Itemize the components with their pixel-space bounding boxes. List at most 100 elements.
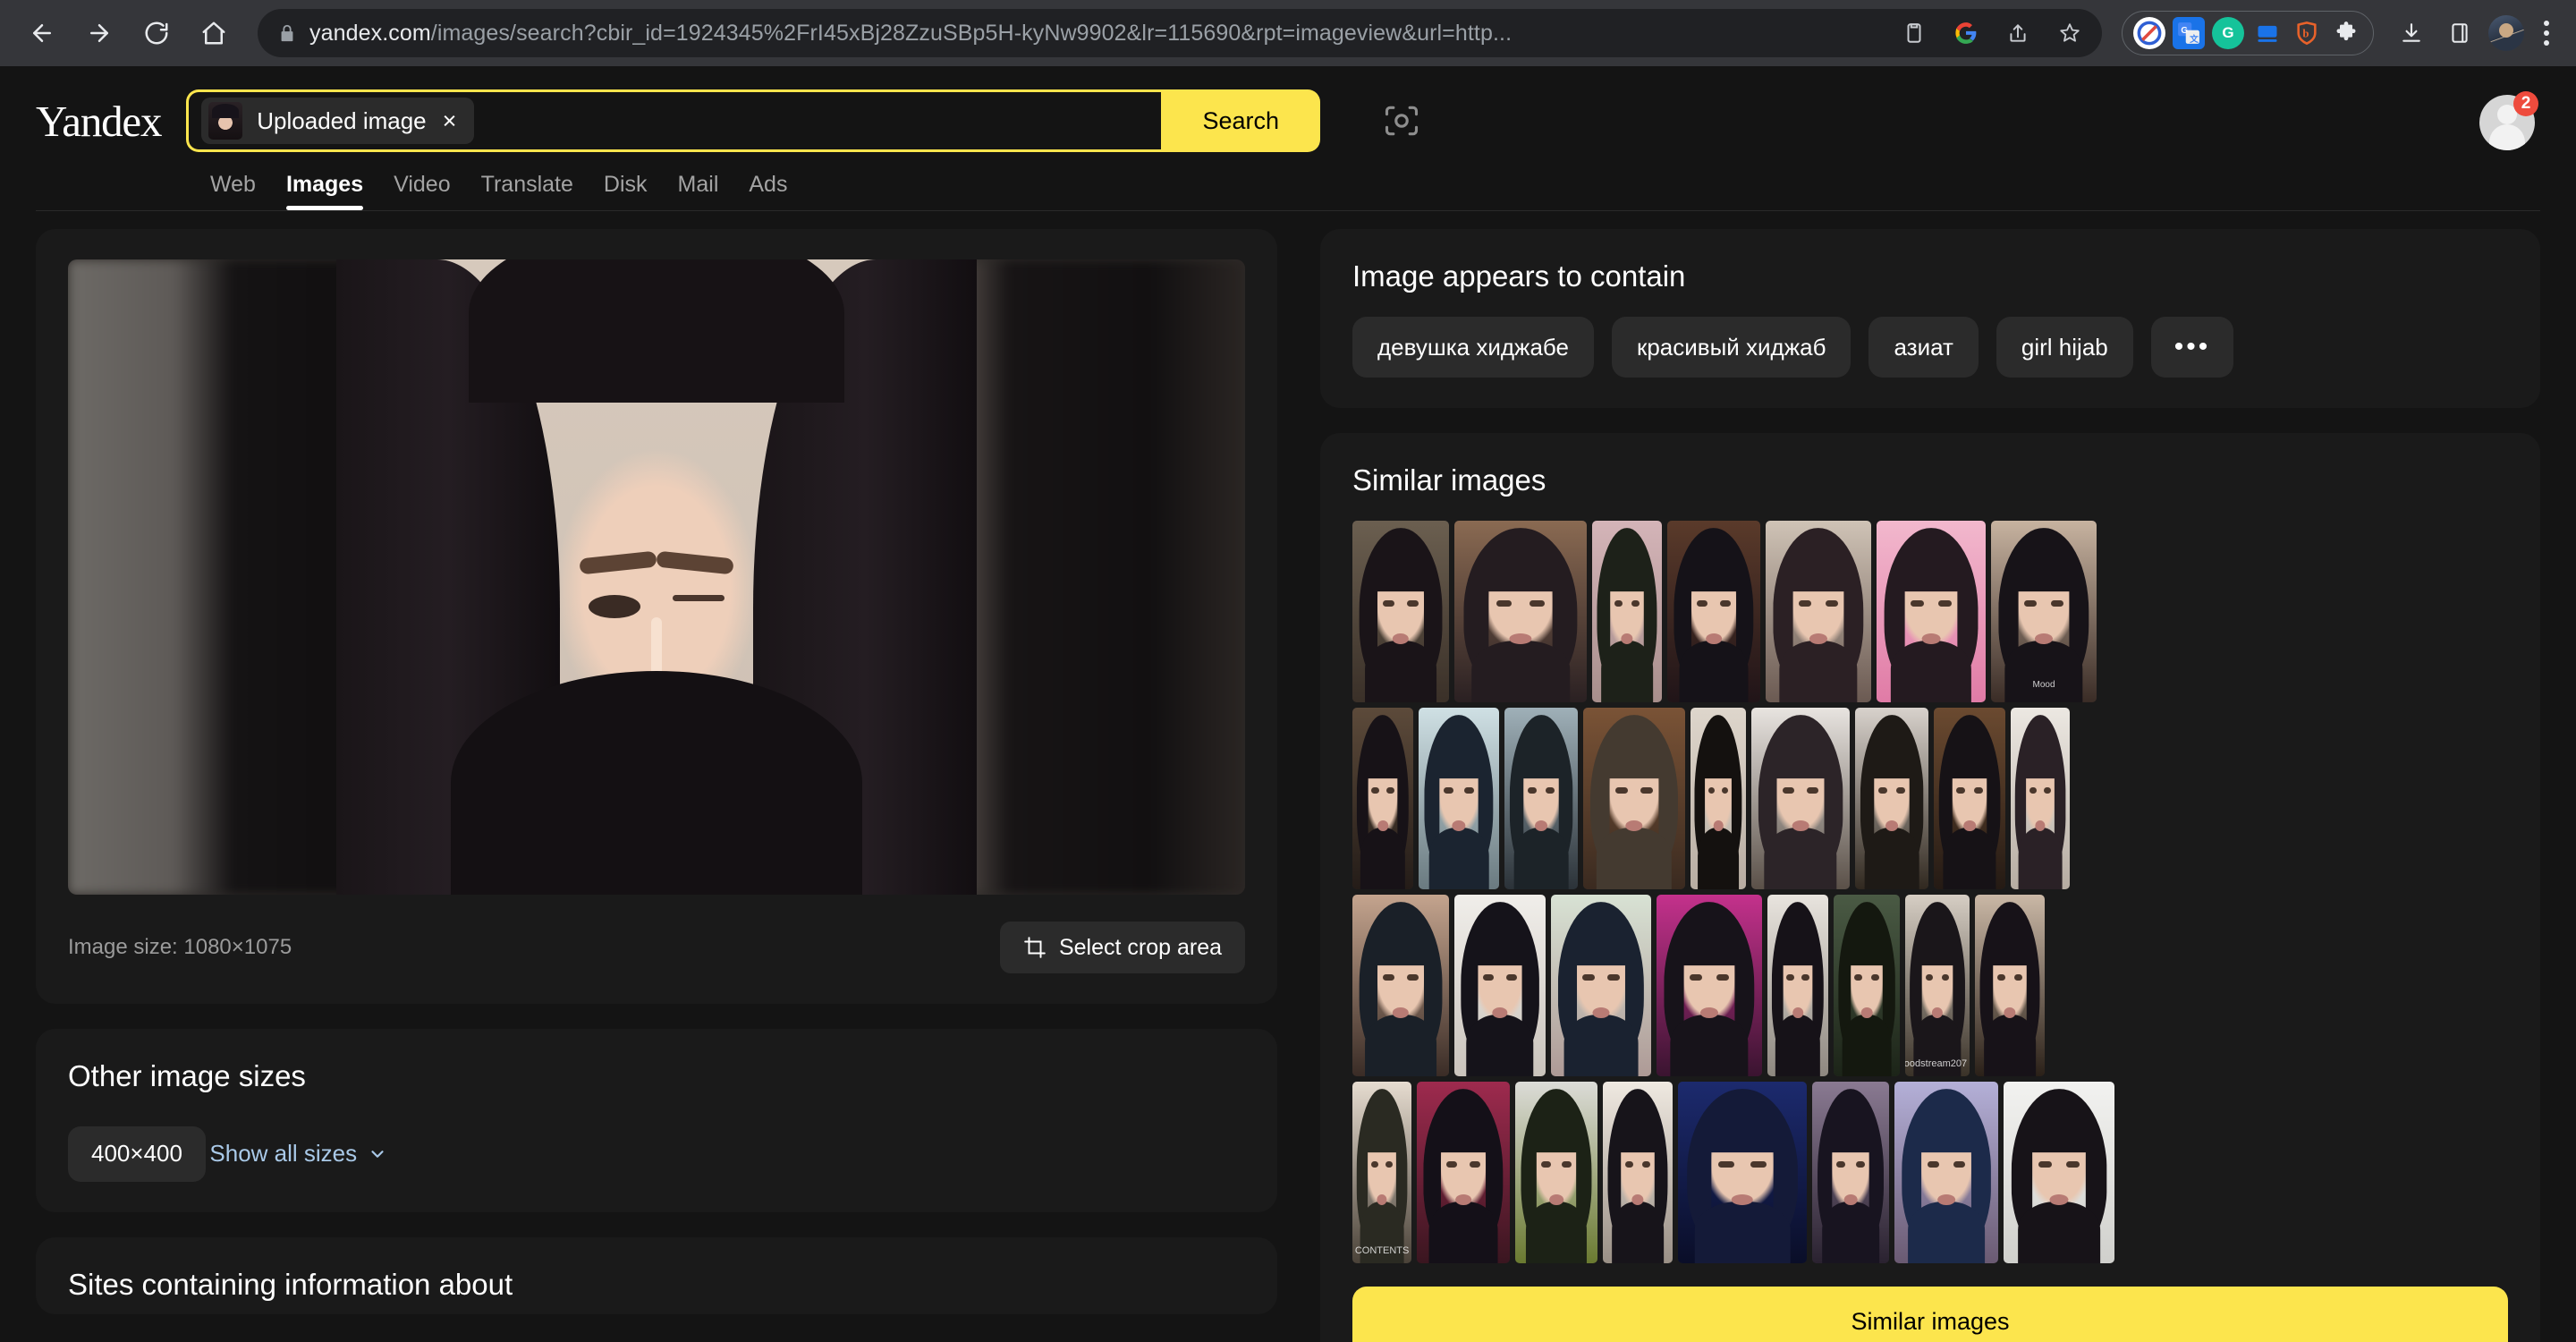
nav-item-images[interactable]: Images — [285, 172, 364, 210]
similar-image-thumbnail[interactable] — [1894, 1082, 1998, 1263]
similar-image-thumbnail[interactable] — [1766, 521, 1871, 702]
uploaded-image-chip[interactable]: Uploaded image × — [201, 98, 475, 144]
thumb-mouth — [1713, 820, 1724, 831]
search-input[interactable]: Uploaded image × — [186, 89, 1162, 152]
account-avatar[interactable]: 2 — [2479, 91, 2538, 150]
similar-image-thumbnail[interactable]: ENJOY FREE CONTENTS — [1352, 1082, 1411, 1263]
google-translate-icon[interactable]: G文 — [2173, 17, 2205, 49]
close-icon[interactable]: × — [441, 108, 457, 133]
yandex-logo[interactable]: Yandex — [36, 99, 162, 143]
thumb-hijab-lower — [2018, 1201, 2100, 1263]
thumb-hijab-lower — [1513, 827, 1569, 889]
sidebar-icon[interactable] — [2440, 13, 2479, 53]
similar-image-thumbnail[interactable] — [1855, 708, 1928, 889]
select-crop-area-button[interactable]: Select crop area — [999, 922, 1245, 973]
bookmark-star-icon[interactable] — [2050, 13, 2089, 53]
similar-image-thumbnail[interactable] — [1934, 708, 2005, 889]
kebab-menu-icon[interactable] — [2533, 21, 2560, 46]
tag-chip[interactable]: девушка хиджабе — [1352, 317, 1594, 378]
thumb-hijab-lower — [1471, 640, 1570, 702]
show-all-sizes-link[interactable]: Show all sizes — [209, 1140, 387, 1168]
lock-icon — [277, 23, 297, 43]
thumb-mouth — [1921, 633, 1941, 644]
similar-image-thumbnail[interactable] — [1603, 1082, 1673, 1263]
thumb-mouth — [2034, 633, 2054, 644]
uploaded-image-label: Uploaded image — [257, 106, 427, 134]
search-button[interactable]: Search — [1161, 89, 1321, 152]
google-icon[interactable] — [1946, 13, 1986, 53]
uploaded-image-preview[interactable] — [68, 259, 1245, 895]
similar-image-thumbnail[interactable] — [1454, 895, 1546, 1076]
thumb-eyes — [1352, 974, 1449, 981]
similar-image-thumbnail[interactable] — [1515, 1082, 1597, 1263]
thumb-mouth — [1706, 633, 1722, 644]
sites-containing-info-title: Sites containing information about — [68, 1267, 513, 1301]
clipboard-icon[interactable] — [1894, 13, 1934, 53]
profile-avatar[interactable] — [2488, 15, 2524, 51]
size-option-400x400[interactable]: 400×400 — [68, 1125, 206, 1182]
grammarly-icon[interactable]: G — [2212, 17, 2244, 49]
similar-image-thumbnail[interactable] — [1678, 1082, 1807, 1263]
similar-image-thumbnail[interactable] — [1751, 708, 1850, 889]
image-search-camera-icon[interactable] — [1370, 89, 1433, 152]
similar-image-thumbnail[interactable] — [2004, 1082, 2114, 1263]
tag-chip[interactable]: красивый хиджаб — [1611, 317, 1852, 378]
similar-image-thumbnail[interactable] — [1975, 895, 2045, 1076]
similar-image-thumbnail[interactable] — [1417, 1082, 1510, 1263]
download-icon[interactable] — [2392, 13, 2431, 53]
similar-image-thumbnail[interactable] — [1504, 708, 1578, 889]
thumb-mouth — [1860, 1007, 1873, 1018]
similar-image-thumbnail[interactable] — [1812, 1082, 1889, 1263]
nav-item-mail[interactable]: Mail — [678, 172, 719, 210]
similar-image-thumbnail[interactable] — [1767, 895, 1828, 1076]
forward-arrow-icon[interactable] — [73, 7, 125, 59]
similar-image-thumbnail[interactable]: Id telegram @url gratisdoodstream207 — [1905, 895, 1970, 1076]
thumb-hijab-lower — [1984, 1014, 2036, 1076]
thumb-eyes — [1352, 1161, 1411, 1168]
similar-image-thumbnail[interactable] — [1877, 521, 1986, 702]
home-icon[interactable] — [188, 7, 240, 59]
tag-chip[interactable]: азиат — [1868, 317, 1979, 378]
similar-image-thumbnail[interactable] — [2011, 708, 2070, 889]
similar-image-thumbnail[interactable] — [1667, 521, 1760, 702]
similar-image-thumbnail[interactable] — [1551, 895, 1651, 1076]
back-arrow-icon[interactable] — [16, 7, 68, 59]
svg-text:G: G — [2181, 26, 2188, 36]
uploaded-image-thumbnail — [208, 102, 243, 140]
thumb-hijab-lower — [1694, 1201, 1791, 1263]
reload-icon[interactable] — [131, 7, 182, 59]
nav-item-video[interactable]: Video — [394, 172, 451, 210]
nav-item-web[interactable]: Web — [210, 172, 256, 210]
similar-image-thumbnail[interactable]: Mood — [1991, 521, 2097, 702]
thumb-hijab-lower — [1563, 1014, 1639, 1076]
thumb-hijab-lower — [1775, 1014, 1821, 1076]
similar-image-thumbnail[interactable] — [1657, 895, 1762, 1076]
similar-image-thumbnail[interactable] — [1454, 521, 1587, 702]
nav-item-disk[interactable]: Disk — [604, 172, 648, 210]
thumb-mouth — [1963, 820, 1976, 831]
similar-image-thumbnail[interactable] — [1352, 708, 1413, 889]
similar-image-thumbnail[interactable] — [1583, 708, 1685, 889]
more-tags-button[interactable]: ••• — [2150, 317, 2234, 378]
similar-images-row — [1352, 708, 2508, 889]
puzzle-extensions-icon[interactable] — [2330, 17, 2362, 49]
address-bar[interactable]: yandex.com/images/search?cbir_id=1924345… — [258, 9, 2102, 57]
similar-image-thumbnail[interactable] — [1419, 708, 1499, 889]
similar-images-cta-button[interactable]: Similar images — [1352, 1287, 2508, 1342]
screen-icon[interactable] — [2251, 17, 2284, 49]
similar-image-thumbnail[interactable] — [1690, 708, 1746, 889]
adblock-icon[interactable] — [2133, 17, 2165, 49]
bitwarden-icon[interactable]: b — [2291, 17, 2323, 49]
similar-image-thumbnail[interactable] — [1352, 521, 1449, 702]
nav-item-ads[interactable]: Ads — [749, 172, 787, 210]
thumb-eyes — [1603, 1161, 1673, 1168]
similar-image-thumbnail[interactable] — [1834, 895, 1900, 1076]
thumb-eyes — [1855, 787, 1928, 794]
tag-chip[interactable]: girl hijab — [1996, 317, 2133, 378]
nav-item-translate[interactable]: Translate — [481, 172, 573, 210]
similar-images-title: Similar images — [1352, 463, 1546, 497]
left-column: Image size: 1080×1075 Select crop area O… — [36, 229, 1277, 1314]
share-icon[interactable] — [1998, 13, 2038, 53]
similar-image-thumbnail[interactable] — [1352, 895, 1449, 1076]
similar-image-thumbnail[interactable] — [1592, 521, 1662, 702]
